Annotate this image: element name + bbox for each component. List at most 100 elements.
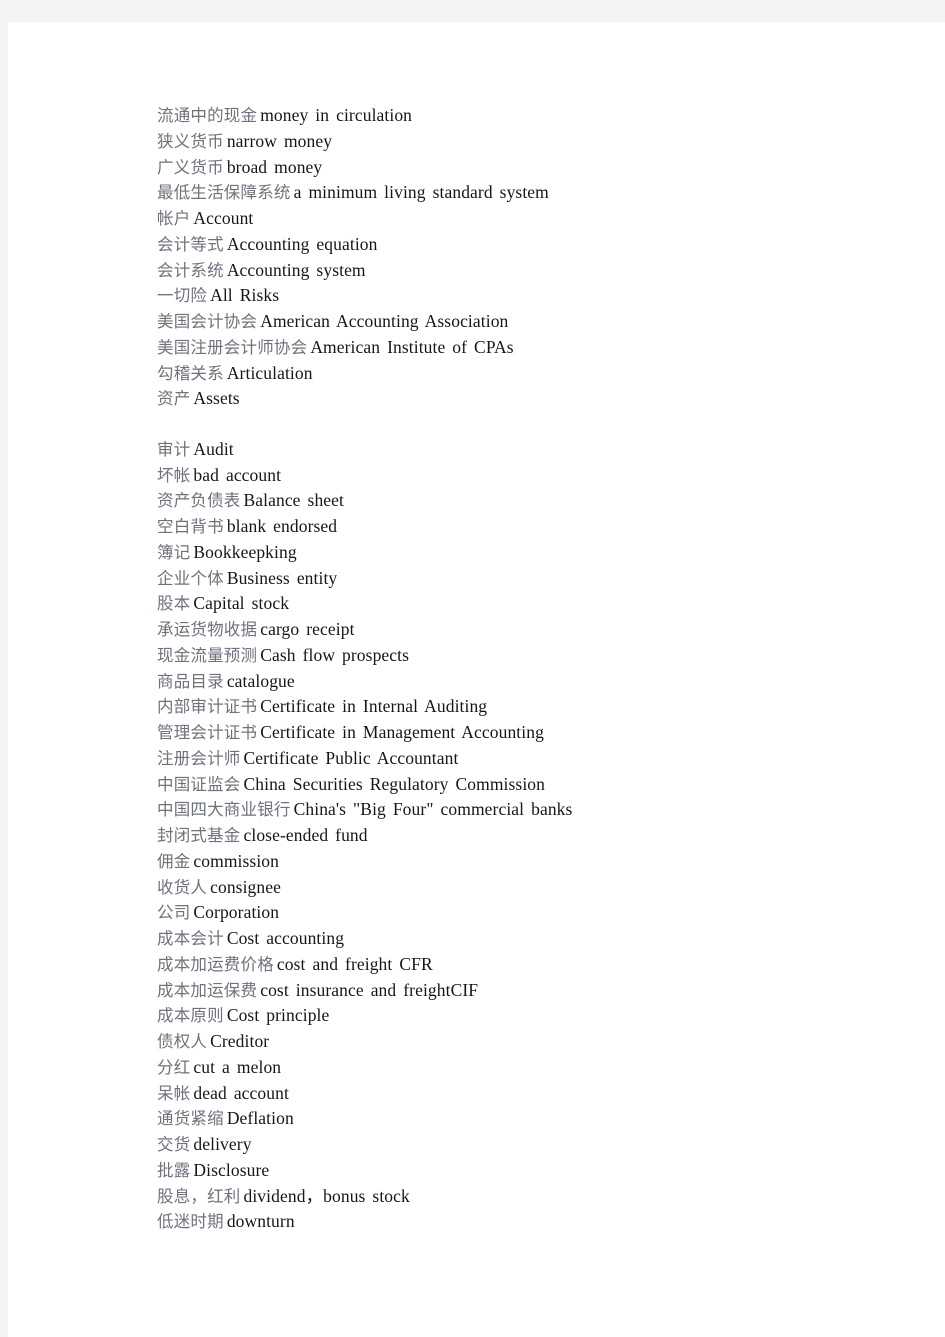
term-english: Corporation <box>193 902 280 923</box>
term-chinese: 最低生活保障系统 <box>157 183 291 203</box>
term-english: China's "Big Four" commercial banks <box>293 799 573 820</box>
term-chinese: 商品目录 <box>157 671 224 691</box>
document-page: 流通中的现金 money in circulation 狭义货币 narrow mon… <box>8 22 945 1337</box>
term-english: downturn <box>226 1211 295 1232</box>
term-english: Creditor <box>210 1031 270 1051</box>
term-english: Certificate in Internal Auditing <box>260 696 488 717</box>
term-chinese: 注册会计师 <box>157 748 241 768</box>
term-english: Disclosure <box>193 1159 270 1180</box>
term-english: narrow money <box>226 130 333 151</box>
term-chinese: 通货紧缩 <box>157 1109 224 1129</box>
term-chinese: 股息，红利 <box>157 1186 241 1206</box>
viewer-frame: 流通中的现金 money in circulation 狭义货币 narrow mon… <box>0 0 945 1337</box>
term-chinese: 勾稽关系 <box>157 363 224 383</box>
glossary-entry: 注册会计师 Certificate Public Accountant <box>157 746 897 772</box>
term-chinese: 承运货物收据 <box>157 620 258 639</box>
glossary-entry: 会计等式 Accounting equation <box>157 232 897 258</box>
term-chinese: 佣金 <box>157 851 191 871</box>
term-chinese: 流通中的现金 <box>157 106 258 125</box>
term-english: China Securities Regulatory Commission <box>243 773 545 794</box>
glossary-entry: 资产负债表 Balance sheet <box>157 488 897 514</box>
term-english: All Risks <box>210 285 280 306</box>
term-english: delivery <box>193 1134 252 1154</box>
glossary-entry: 低迷时期 downturn <box>157 1209 897 1235</box>
glossary-entry: 佣金 commission <box>157 849 897 875</box>
glossary-entry: 帐户 Account <box>157 206 897 232</box>
term-chinese: 管理会计证书 <box>157 723 258 742</box>
glossary-entry: 成本加运费价格 cost and freight CFR <box>157 952 897 978</box>
term-english: Assets <box>193 388 240 409</box>
term-english: broad money <box>226 156 323 177</box>
term-english: Business entity <box>226 567 338 588</box>
term-chinese: 美国会计协会 <box>157 312 258 331</box>
glossary-entry: 公司 Corporation <box>157 900 897 926</box>
term-chinese: 会计系统 <box>157 260 224 280</box>
term-chinese: 中国四大商业银行 <box>157 800 291 820</box>
term-english: cost insurance and freightCIF <box>260 979 479 1000</box>
glossary-entry: 广义货币 broad money <box>157 155 897 181</box>
glossary-entry: 呆帐 dead account <box>157 1081 897 1107</box>
term-chinese: 债权人 <box>157 1032 208 1051</box>
term-chinese: 收货人 <box>157 877 208 897</box>
term-english: Account <box>193 208 254 228</box>
glossary-entry: 美国注册会计师协会 American Institute of CPAs <box>157 335 897 361</box>
term-chinese: 成本会计 <box>157 929 224 948</box>
term-english: commission <box>193 850 279 871</box>
glossary-entry: 封闭式基金 close-ended fund <box>157 823 897 849</box>
term-chinese: 公司 <box>157 903 191 923</box>
term-chinese: 资产负债表 <box>157 491 241 511</box>
term-english: Deflation <box>226 1108 294 1129</box>
term-chinese: 簿记 <box>157 542 191 562</box>
term-chinese: 现金流量预测 <box>157 645 258 665</box>
term-english: consignee <box>210 876 281 897</box>
term-chinese: 资产 <box>157 389 191 409</box>
term-english: Accounting equation <box>226 233 378 254</box>
term-english: Accounting system <box>226 259 366 280</box>
glossary-entry: 成本加运保费 cost insurance and freightCIF <box>157 978 897 1004</box>
term-chinese: 美国注册会计师协会 <box>157 337 308 357</box>
term-chinese: 会计等式 <box>157 234 224 254</box>
term-chinese: 成本原则 <box>157 1006 224 1026</box>
term-chinese: 一切险 <box>157 286 208 306</box>
glossary-list: 流通中的现金 money in circulation 狭义货币 narrow mon… <box>157 103 897 1235</box>
glossary-blank-line <box>157 412 897 437</box>
term-chinese: 分红 <box>157 1057 191 1077</box>
term-english: a minimum living standard system <box>293 182 549 203</box>
term-english: dead account <box>193 1082 289 1103</box>
term-english: American Institute of CPAs <box>310 336 514 357</box>
glossary-entry: 现金流量预测 Cash flow prospects <box>157 643 897 669</box>
glossary-entry: 簿记 Bookkeepking <box>157 540 897 566</box>
glossary-entry: 美国会计协会 American Accounting Association <box>157 309 897 335</box>
term-chinese: 狭义货币 <box>157 131 224 151</box>
term-chinese: 呆帐 <box>157 1083 191 1103</box>
glossary-entry: 资产 Assets <box>157 386 897 412</box>
term-english: Capital stock <box>193 593 290 614</box>
term-english: Articulation <box>226 362 313 383</box>
glossary-entry: 商品目录 catalogue <box>157 669 897 695</box>
term-chinese: 封闭式基金 <box>157 826 241 845</box>
term-english: Cash flow prospects <box>260 644 410 665</box>
glossary-entry: 管理会计证书 Certificate in Management Accounti… <box>157 720 897 746</box>
term-english: American Accounting Association <box>260 311 509 331</box>
term-chinese: 成本加运费价格 <box>157 954 274 974</box>
term-chinese: 空白背书 <box>157 517 224 536</box>
term-english: cargo receipt <box>260 619 355 639</box>
term-chinese: 股本 <box>157 594 191 614</box>
glossary-entry: 勾稽关系 Articulation <box>157 361 897 387</box>
term-chinese: 批露 <box>157 1160 191 1180</box>
glossary-entry: 空白背书 blank endorsed <box>157 514 897 540</box>
term-chinese: 坏帐 <box>157 465 191 485</box>
term-chinese: 广义货币 <box>157 157 224 177</box>
term-english: blank endorsed <box>226 516 338 536</box>
glossary-entry: 流通中的现金 money in circulation <box>157 103 897 129</box>
term-english: Certificate in Management Accounting <box>260 722 544 742</box>
glossary-entry: 内部审计证书 Certificate in Internal Auditing <box>157 694 897 720</box>
glossary-entry: 成本原则 Cost principle <box>157 1003 897 1029</box>
glossary-entry: 通货紧缩 Deflation <box>157 1106 897 1132</box>
glossary-entry: 最低生活保障系统 a minimum living standard system <box>157 180 897 206</box>
term-english: Certificate Public Accountant <box>243 747 459 768</box>
glossary-entry: 一切险 All Risks <box>157 283 897 309</box>
term-english: dividend，bonus stock <box>243 1185 410 1206</box>
term-chinese: 内部审计证书 <box>157 697 258 717</box>
glossary-entry: 收货人 consignee <box>157 875 897 901</box>
